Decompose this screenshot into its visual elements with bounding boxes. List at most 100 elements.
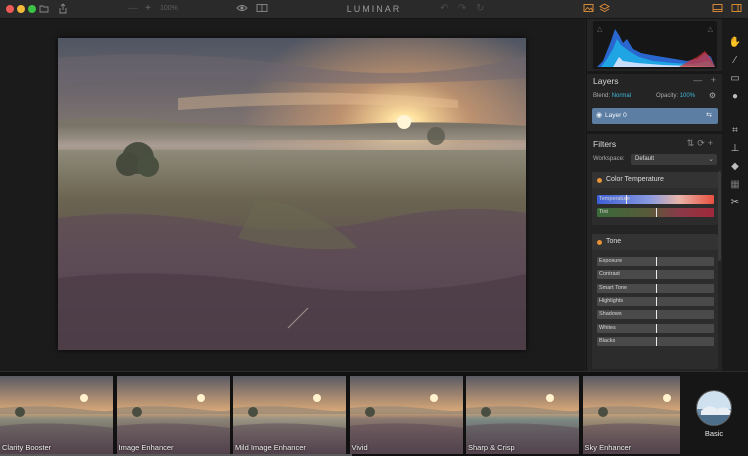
temperature-slider[interactable]: Temperature [597, 195, 714, 204]
filmstrip-toggle-icon[interactable] [712, 3, 723, 17]
filter-name: Color Temperature [606, 176, 664, 183]
tone-slider[interactable]: Smart Tone [597, 283, 714, 293]
slider-knob[interactable] [655, 283, 657, 293]
layer-settings-gear-icon[interactable]: ⚙ [709, 91, 716, 100]
luminar-window: — + 100% LUMINAR ↶ ↷ ↻ △ △ Layers — + Bl… [0, 0, 748, 456]
filter-enabled-dot[interactable] [597, 240, 602, 245]
workspace-select[interactable]: Default ⌄ [631, 154, 717, 165]
preset-thumbnail[interactable]: Sky Enhancer [582, 376, 696, 454]
tone-slider[interactable]: Highlights [597, 296, 714, 306]
hand-tool-icon[interactable]: ✋ [722, 37, 748, 48]
image-canvas[interactable] [0, 19, 585, 371]
filter-name: Tone [606, 238, 622, 245]
crop-tool-icon[interactable]: ⌗ [722, 125, 748, 136]
opacity-control[interactable]: Opacity: 100% [656, 93, 695, 99]
preset-name: Clarity Booster [2, 443, 52, 452]
refresh-filters-icon[interactable]: ⟳ [697, 138, 708, 148]
slider-knob[interactable] [655, 270, 657, 280]
preset-name: Mild Image Enhancer [235, 443, 306, 452]
workspace-value: Default [635, 156, 655, 162]
tone-slider[interactable]: Blacks [597, 336, 714, 346]
slider-knob[interactable] [655, 257, 657, 266]
add-filter-button[interactable]: + [708, 138, 716, 148]
tools-strip: ✋ ⁄ ▭ ● ⌗ ⊥ ◆ ▦ ✂ [722, 19, 748, 371]
histogram: △ △ [593, 21, 717, 69]
preset-name: Vivid [351, 443, 368, 452]
preset-thumbnail[interactable]: Sharp & Crisp [466, 376, 579, 454]
radial-mask-icon[interactable]: ● [722, 91, 748, 102]
sidebar-toggle-icon[interactable] [731, 3, 742, 17]
layer-row[interactable]: ◉ Layer 0 ⇆ [592, 108, 718, 124]
slider-label: Temperature [599, 196, 630, 202]
category-name: Basic [704, 429, 724, 438]
tone-slider[interactable]: Whites [597, 323, 714, 333]
divider [587, 131, 723, 134]
layer-visibility-eye-icon[interactable]: ◉ [596, 111, 602, 119]
redo-icon[interactable]: ↷ [458, 3, 466, 15]
slider-knob[interactable] [655, 323, 657, 333]
brush-tool-icon[interactable]: ⁄ [722, 55, 748, 66]
layers-panel-icon[interactable] [599, 3, 610, 18]
image-panel-icon[interactable] [583, 3, 594, 17]
filter-enabled-dot[interactable] [597, 178, 602, 183]
slider-knob[interactable] [655, 296, 657, 306]
layer-options-icon[interactable]: ⇆ [706, 111, 712, 119]
title-bar: — + 100% LUMINAR ↶ ↷ ↻ [0, 0, 748, 19]
tone-slider[interactable]: Shadows [597, 310, 714, 320]
add-layer-button[interactable]: + [711, 75, 716, 85]
layer-name: Layer 0 [605, 112, 627, 119]
tint-slider[interactable]: Tint [597, 208, 714, 217]
category-thumbnail [696, 390, 732, 426]
blend-mode-value[interactable]: Normal [612, 93, 631, 99]
slider-knob[interactable] [655, 208, 657, 217]
preset-thumbnail[interactable]: Vivid [349, 376, 463, 454]
preset-thumbnail[interactable]: Mild Image Enhancer [233, 376, 346, 454]
undo-icon[interactable]: ↶ [440, 3, 448, 15]
blend-control[interactable]: Blend: Normal [593, 93, 631, 99]
slider-knob[interactable] [626, 195, 628, 204]
opacity-value[interactable]: 100% [680, 93, 695, 99]
right-panel: △ △ Layers — + Blend: Normal Opacity: 10… [586, 19, 723, 371]
transform-tool-icon[interactable]: ✂ [722, 197, 748, 208]
slider-knob[interactable] [655, 336, 657, 346]
app-title: LUMINAR [346, 4, 402, 14]
opacity-label: Opacity: [656, 93, 679, 99]
tone-slider[interactable]: Exposure [597, 257, 714, 266]
history-icon[interactable]: ↻ [476, 3, 484, 15]
preset-thumbnail[interactable]: Image Enhancer [116, 376, 230, 454]
divider [587, 71, 723, 74]
layers-controls: — + [693, 75, 716, 85]
preset-name: Image Enhancer [118, 443, 174, 452]
gradient-mask-icon[interactable]: ▭ [722, 73, 748, 84]
slider-label: Highlights [599, 297, 624, 304]
eraser-tool-icon[interactable]: ◆ [722, 161, 748, 172]
slider-knob[interactable] [655, 310, 657, 320]
slider-label: Whites [599, 324, 616, 331]
sort-filters-icon[interactable]: ⇅ [687, 138, 698, 148]
blend-label: Blend: [593, 93, 611, 99]
preset-thumbnail[interactable]: Clarity Booster [0, 376, 113, 454]
highlight-clipping-icon[interactable]: △ [708, 25, 713, 33]
clone-stamp-icon[interactable]: ⊥ [722, 143, 748, 154]
filters-heading: Filters [593, 139, 617, 149]
preset-name: Sky Enhancer [584, 443, 632, 452]
slider-label: Tint [599, 209, 608, 215]
panel-scrollbar[interactable] [718, 171, 721, 261]
tone-filter: Tone Exposure Contrast Smart Tone Highlight… [592, 234, 718, 369]
filters-controls: ⇅⟳+ [687, 138, 716, 149]
photo-heathland-sunrise[interactable] [58, 38, 526, 350]
slider-label: Smart Tone [599, 284, 628, 291]
slider-label: Contrast [599, 271, 620, 278]
slider-label: Shadows [599, 311, 622, 318]
filter-header[interactable]: Color Temperature [592, 172, 718, 188]
shadow-clipping-icon[interactable]: △ [597, 25, 602, 33]
remove-layer-button[interactable]: — [693, 75, 702, 85]
tone-slider[interactable]: Contrast [597, 270, 714, 280]
layers-heading: Layers [593, 76, 619, 86]
slider-label: Exposure [599, 258, 623, 264]
noise-tool-icon[interactable]: ▦ [722, 179, 748, 190]
slider-label: Blacks [599, 337, 616, 344]
preset-category-basic[interactable]: Basic [680, 372, 748, 456]
filter-header[interactable]: Tone [592, 234, 718, 250]
chevron-down-icon: ⌄ [708, 156, 714, 163]
